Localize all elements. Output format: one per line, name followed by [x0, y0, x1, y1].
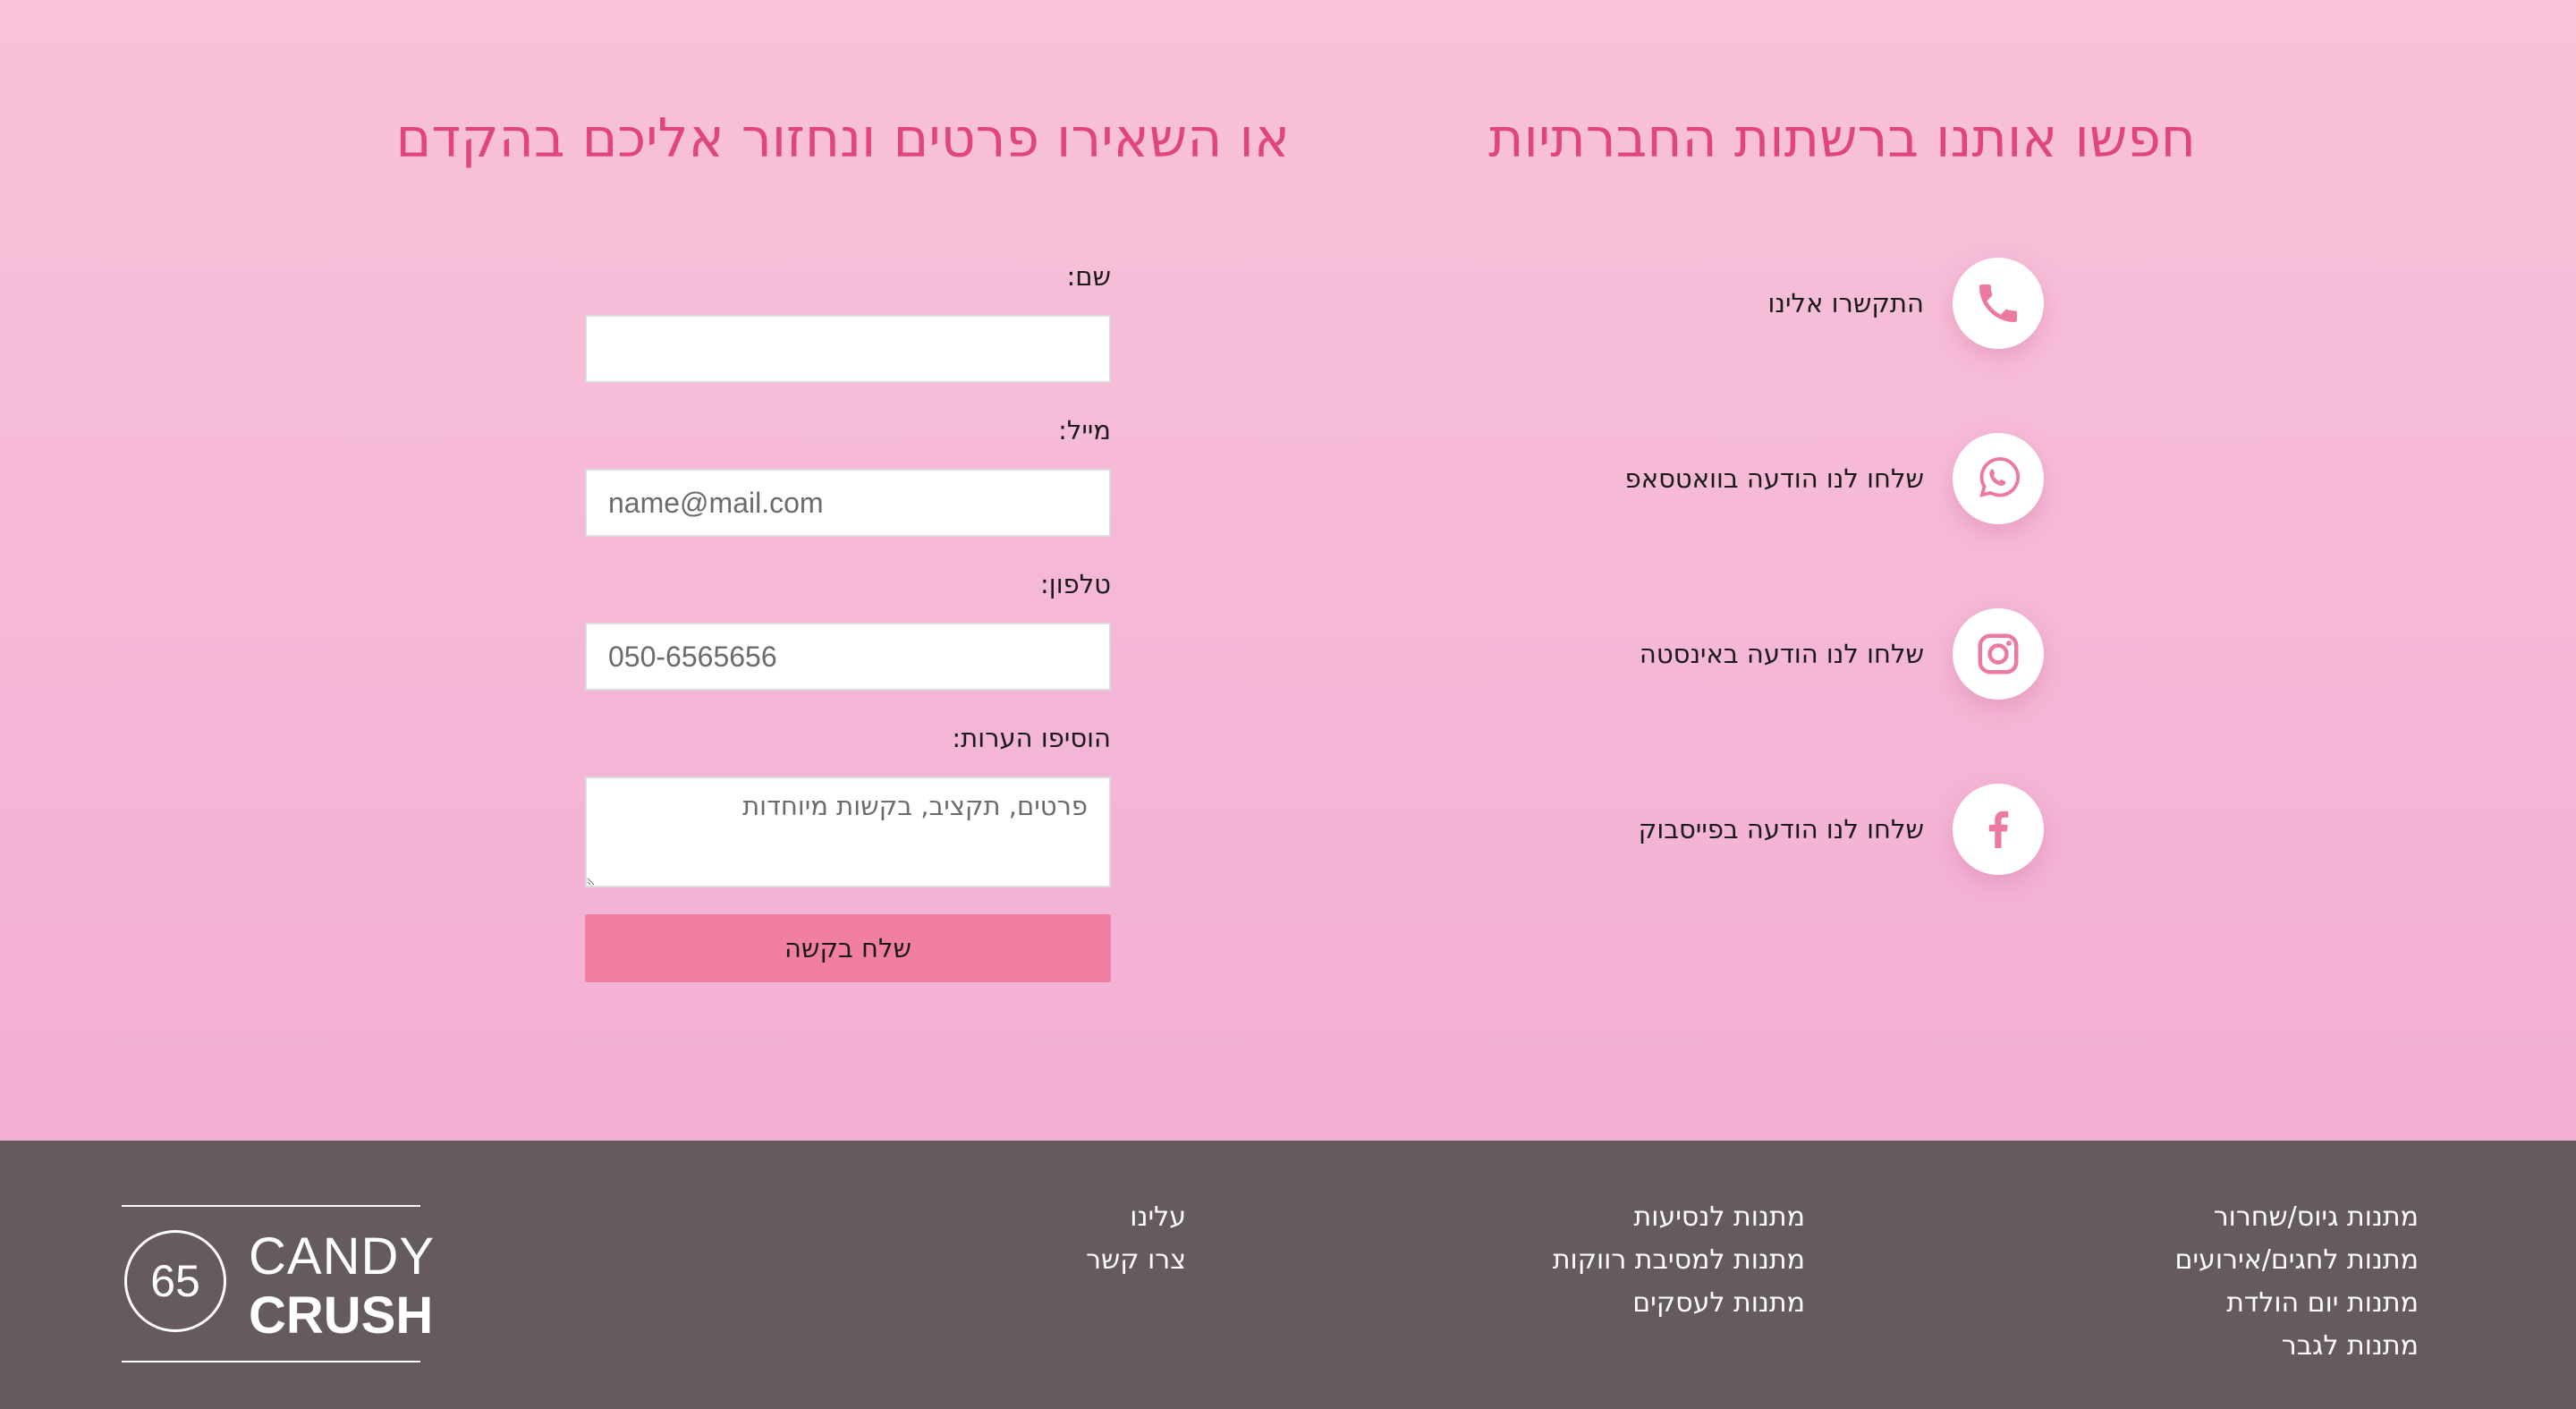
name-input[interactable] [585, 315, 1111, 383]
contact-call-label[interactable]: התקשרו אלינו [1768, 288, 1924, 318]
footer-link-contact[interactable]: צרו קשר [1086, 1239, 1186, 1282]
submit-button[interactable]: שלח בקשה [585, 914, 1111, 982]
contact-instagram-label[interactable]: שלחו לנו הודעה באינסטה [1640, 639, 1924, 669]
phone-input[interactable] [585, 623, 1111, 691]
footer-column-info: עלינו צרו קשר [1086, 1196, 1186, 1282]
phone-icon-button[interactable] [1953, 258, 2044, 349]
facebook-icon [1988, 811, 2009, 848]
footer-column-occasions: מתנות לנסיעות מתנות למסיבת רווקות מתנות … [1553, 1196, 1805, 1325]
whatsapp-icon-button[interactable] [1953, 433, 2044, 524]
contact-section: חפשו אותנו ברשתות החברתיות התקשרו אלינו … [0, 0, 2576, 1141]
logo-text-candy: CANDY [249, 1227, 436, 1286]
contact-facebook-label[interactable]: שלחו לנו הודעה בפייסבוק [1639, 814, 1924, 845]
notes-label: הוסיפו הערות: [952, 723, 1111, 753]
footer-link-business[interactable]: מתנות לעסקים [1553, 1282, 1805, 1325]
contact-instagram[interactable]: שלחו לנו הודעה באינסטה [1328, 608, 2044, 700]
phone-icon [1979, 284, 2017, 322]
footer-link-about[interactable]: עלינו [1086, 1196, 1186, 1239]
footer-link-bachelorette[interactable]: מתנות למסיבת רווקות [1553, 1239, 1805, 1282]
logo-badge: 65 [124, 1230, 226, 1332]
notes-textarea[interactable] [585, 777, 1111, 887]
footer-link-men[interactable]: מתנות לגבר [2174, 1325, 2419, 1368]
contact-facebook[interactable]: שלחו לנו הודעה בפייסבוק [1328, 784, 2044, 875]
contact-whatsapp[interactable]: שלחו לנו הודעה בוואטסאפ [1328, 433, 2044, 524]
logo-text-crush: CRUSH [249, 1286, 434, 1345]
email-input[interactable] [585, 469, 1111, 537]
whatsapp-icon [1979, 457, 2020, 497]
footer-link-travel[interactable]: מתנות לנסיעות [1553, 1196, 1805, 1239]
footer-column-gifts: מתנות גיוס/שחרור מתנות לחגים/אירועים מתנ… [2174, 1196, 2419, 1368]
logo[interactable]: 65 CANDY CRUSH [122, 1205, 434, 1362]
contact-call[interactable]: התקשרו אלינו [1328, 258, 2044, 349]
name-label: שם: [1066, 261, 1111, 292]
social-heading: חפשו אותנו ברשתות החברתיות [1488, 107, 2196, 170]
contact-whatsapp-label[interactable]: שלחו לנו הודעה בוואטסאפ [1625, 463, 1924, 494]
footer-link-holidays[interactable]: מתנות לחגים/אירועים [2174, 1239, 2419, 1282]
footer-link-enlistment[interactable]: מתנות גיוס/שחרור [2174, 1196, 2419, 1239]
instagram-icon [1978, 633, 2019, 675]
instagram-icon-button[interactable] [1953, 608, 2044, 700]
footer-link-birthday[interactable]: מתנות יום הולדת [2174, 1282, 2419, 1325]
phone-label: טלפון: [1040, 569, 1111, 599]
facebook-icon-button[interactable] [1953, 784, 2044, 875]
form-heading: או השאירו פרטים ונחזור אליכם בהקדם [395, 107, 1291, 170]
footer: מתנות גיוס/שחרור מתנות לחגים/אירועים מתנ… [0, 1141, 2576, 1409]
email-label: מייל: [1058, 415, 1111, 446]
contact-form: שם: מייל: טלפון: הוסיפו הערות: שלח בקשה [585, 259, 1111, 982]
